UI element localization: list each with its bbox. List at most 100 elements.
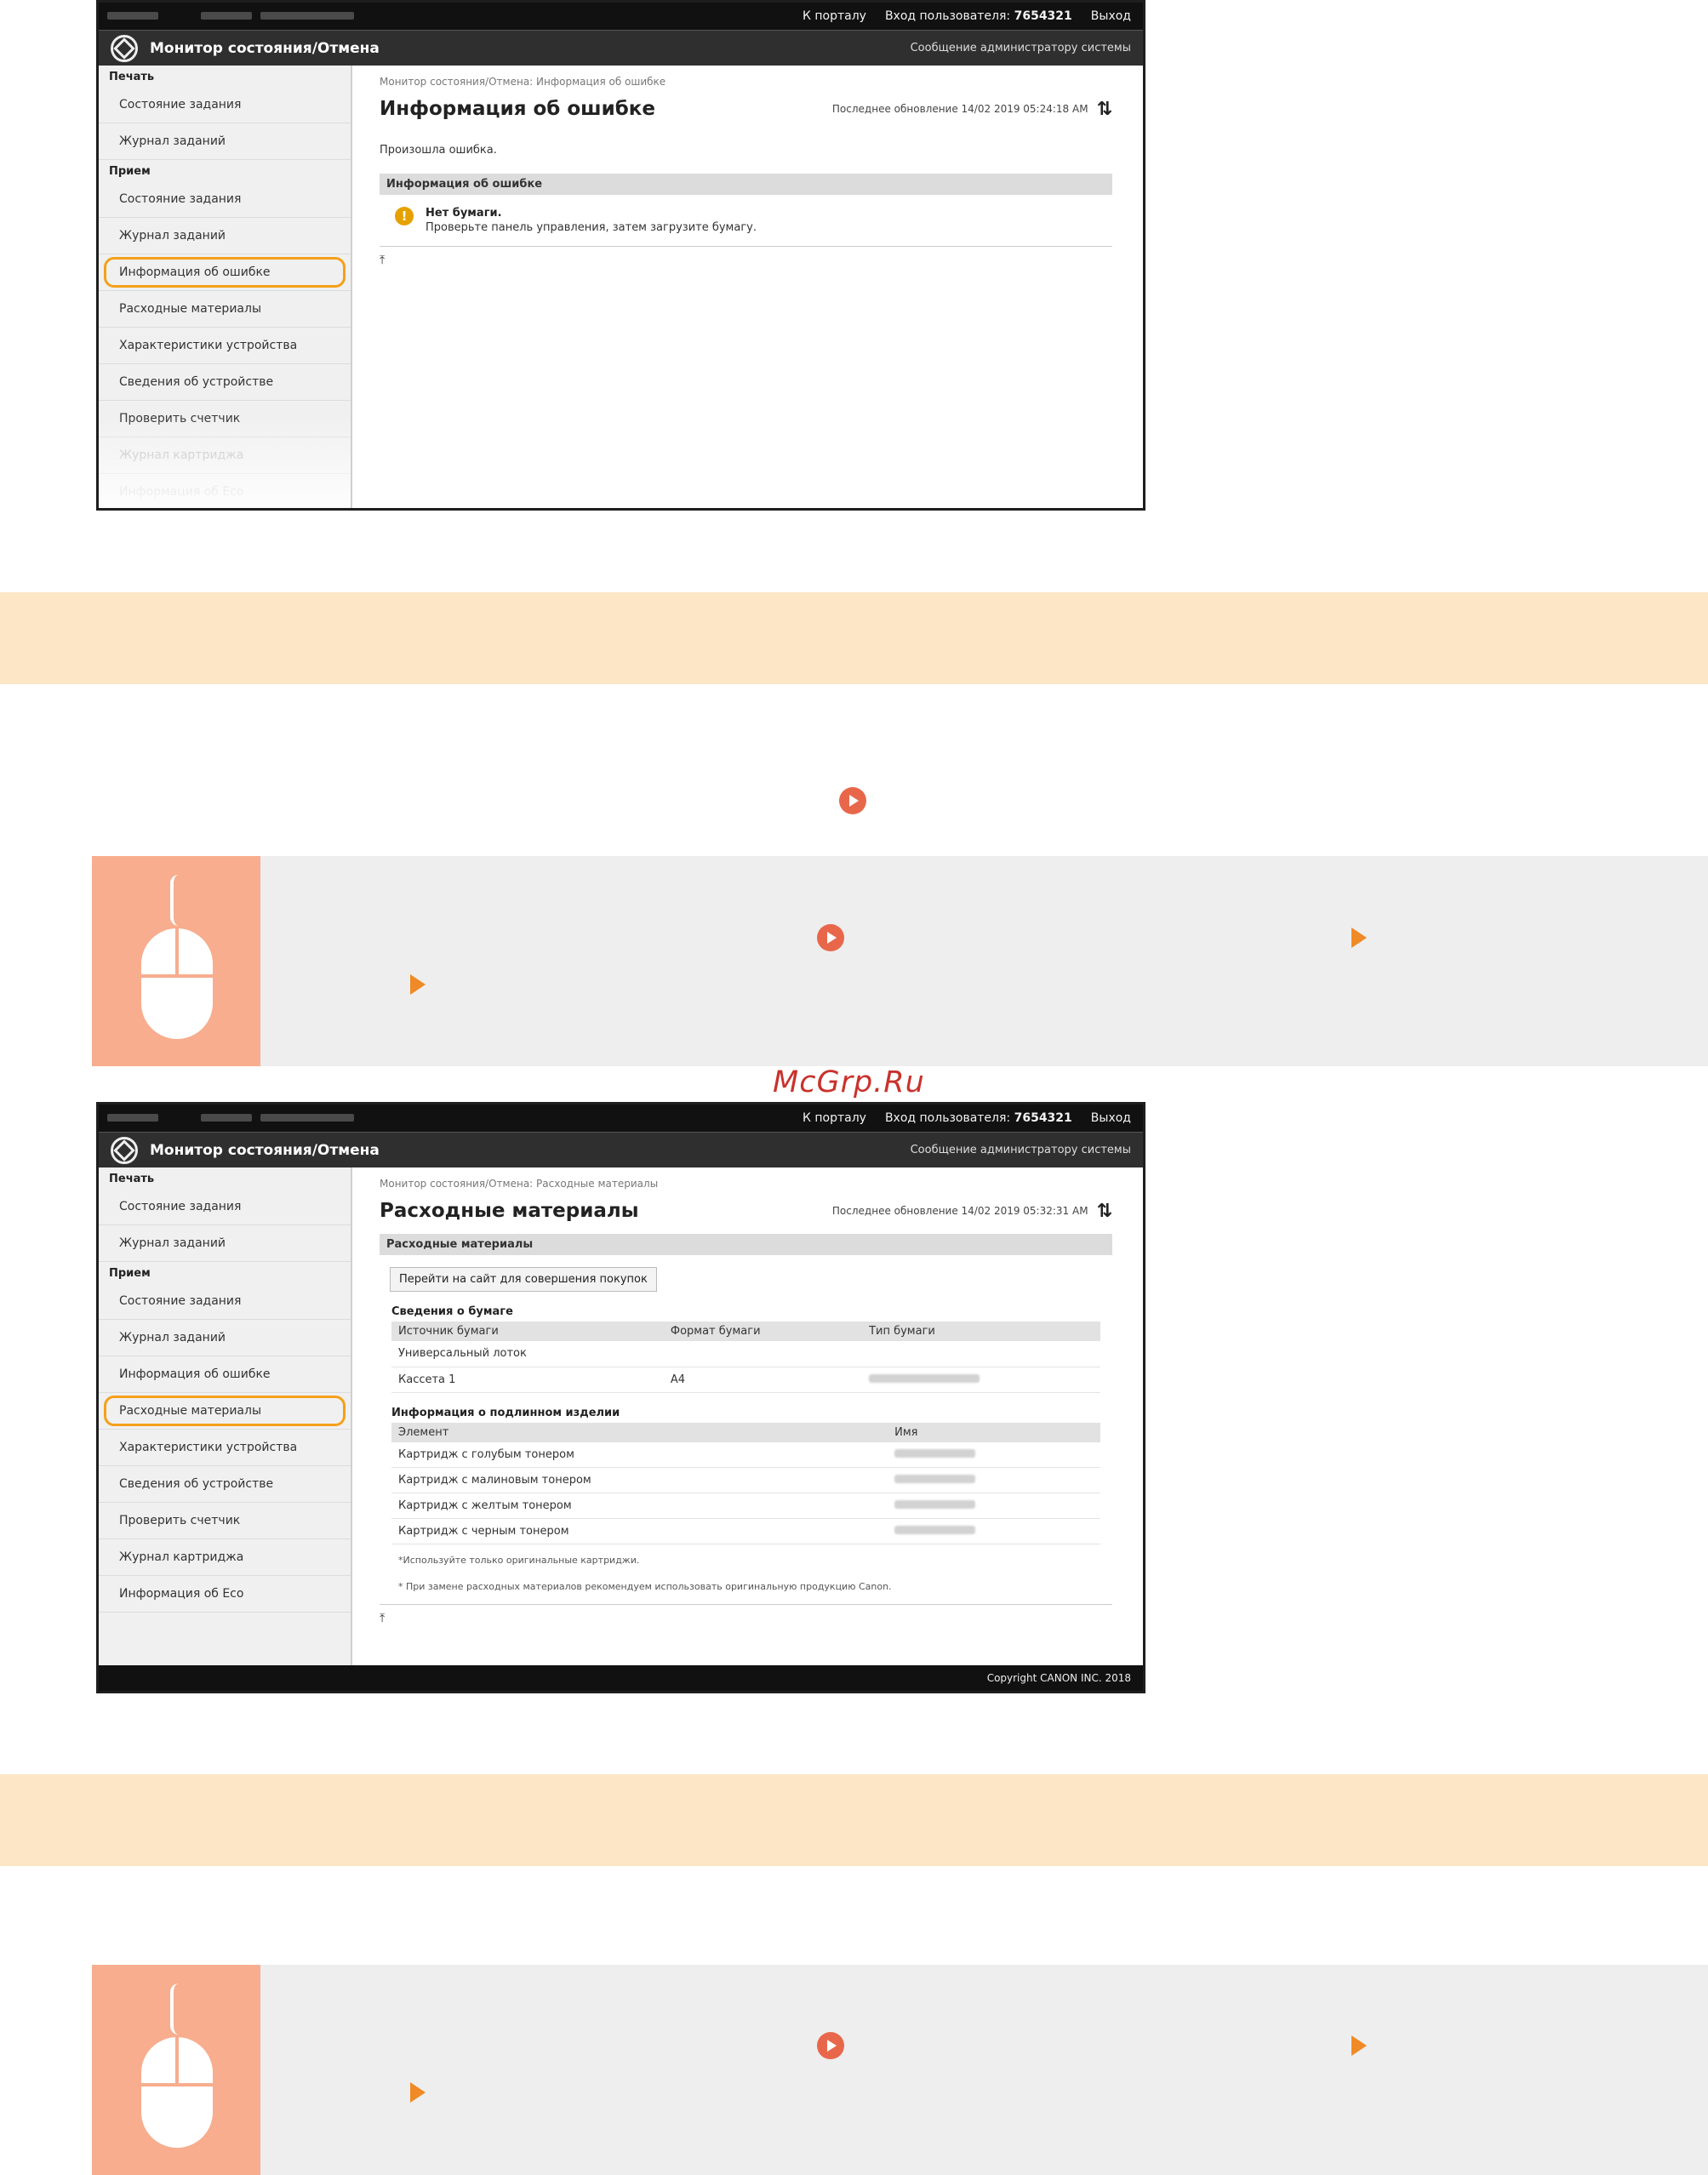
sidebar-item-recv-job-log[interactable]: Журнал заданий [99,1320,351,1356]
logout-link[interactable]: Выход [1091,9,1131,23]
table-row: Универсальный лоток [391,1341,1100,1367]
sidebar-item-print-job-status[interactable]: Состояние задания [99,1189,351,1225]
footnote: *Используйте только оригинальные картрид… [398,1555,640,1566]
error-item: ! Нет бумаги. Проверьте панель управлени… [380,195,1112,247]
error-title: Нет бумаги. [426,207,502,220]
portal-link[interactable]: К порталу [803,9,866,23]
screenshot-consumables: К порталу Вход пользователя: 7654321 Вых… [96,1102,1145,1693]
step-band [0,592,1708,684]
last-updated: Последнее обновление 14/02 2019 05:32:31… [832,1201,1112,1222]
part-name: Картридж с голубым тонером [391,1441,888,1468]
sidebar-item-print-job-log[interactable]: Журнал заданий [99,123,351,160]
sidebar-section-print: Печать [109,1173,155,1185]
sidebar-section-receive: Прием [109,165,151,178]
mouse-cord [170,1984,180,2035]
sidebar-item-error-info[interactable]: Информация об ошибке [99,1356,351,1393]
link-arrow-icon[interactable] [817,2032,844,2059]
sidebar-item-cartridge-log[interactable]: Журнал картриджа [99,1539,351,1576]
sidebar-item-device-info[interactable]: Сведения об устройстве [99,364,351,401]
remote-ui-logo-icon [111,1136,138,1164]
sidebar-item-eco-info[interactable]: Информация об Eco [99,1576,351,1613]
footnote: * При замене расходных материалов рекоме… [398,1581,892,1592]
user-id: 7654321 [1014,1111,1072,1125]
go-to-shop-button[interactable]: Перейти на сайт для совершения покупок [390,1267,657,1292]
login-label: Вход пользователя: 7654321 [885,9,1072,23]
sidebar-item-print-job-log[interactable]: Журнал заданий [99,1225,351,1262]
refresh-icon[interactable]: ⇅ [1097,99,1112,120]
user-id: 7654321 [1014,9,1072,23]
top-bar: К порталу Вход пользователя: 7654321 Вых… [99,3,1143,30]
login-label: Вход пользователя: 7654321 [885,1111,1072,1125]
sidebar-item-device-info[interactable]: Сведения об устройстве [99,1466,351,1503]
portal-link[interactable]: К порталу [803,1111,866,1125]
sidebar-item-device-features[interactable]: Характеристики устройства [99,328,351,364]
screenshot-error-info: К порталу Вход пользователя: 7654321 Вых… [96,0,1145,511]
top-bar: К порталу Вход пользователя: 7654321 Вых… [99,1105,1143,1132]
part-name: Картридж с малиновым тонером [391,1467,888,1493]
app-header: Монитор состояния/Отмена Сообщение админ… [99,30,1143,66]
error-note: Произошла ошибка. [380,144,497,157]
footer-copyright: Copyright CANON INC. 2018 [99,1665,1143,1691]
admin-message-link[interactable]: Сообщение администратору системы [911,31,1131,66]
operation-box [92,856,1708,1066]
sidebar-item-error-info[interactable]: Информация об ошибке [99,254,351,291]
step-arrow-icon [1351,928,1367,948]
table-row: Картридж с черным тонером [391,1518,1100,1544]
blurred-device-model [201,1114,252,1122]
sidebar-item-print-job-status[interactable]: Состояние задания [99,87,351,123]
warning-icon: ! [395,207,414,225]
section-header: Расходные материалы [380,1234,1112,1255]
part-model [888,1518,1100,1544]
genuine-parts-title: Информация о подлинном изделии [391,1406,620,1419]
sidebar-item-check-counter[interactable]: Проверить счетчик [99,401,351,437]
part-model [888,1493,1100,1519]
page-title: Расходные материалы [380,1200,639,1222]
step-band [0,1774,1708,1866]
back-to-top-icon[interactable]: ⤒ [380,1612,1112,1625]
table-row: Картридж с малиновым тонером [391,1467,1100,1493]
sidebar-item-check-counter[interactable]: Проверить счетчик [99,1503,351,1539]
paper-type [862,1367,1100,1393]
app-title: Монитор состояния/Отмена [150,39,380,57]
sidebar-item-eco-info[interactable]: Информация об Eco [99,474,351,508]
logout-link[interactable]: Выход [1091,1111,1131,1125]
blurred-device-model [201,12,252,20]
app-header: Монитор состояния/Отмена Сообщение админ… [99,1132,1143,1167]
refresh-icon[interactable]: ⇅ [1097,1201,1112,1222]
step-arrow-icon [1351,2035,1367,2056]
sidebar-item-cartridge-log[interactable]: Журнал картриджа [99,437,351,474]
sidebar-item-recv-job-status[interactable]: Состояние задания [99,1283,351,1320]
blurred-paper-type [869,1373,980,1383]
blurred-device-ip [260,1114,354,1122]
sidebar-item-recv-job-log[interactable]: Журнал заданий [99,218,351,254]
remote-ui-logo-icon [111,34,138,62]
last-updated: Последнее обновление 14/02 2019 05:24:18… [832,99,1112,120]
breadcrumb: Монитор состояния/Отмена: Информация об … [380,76,666,88]
sidebar-item-recv-job-status[interactable]: Состояние задания [99,181,351,218]
table-row: Картридж с желтым тонером [391,1493,1100,1519]
paper-size: A4 [663,1367,863,1393]
mouse-icon [141,928,213,1039]
part-model [888,1467,1100,1493]
column-header: Источник бумаги [391,1322,664,1341]
last-updated-text: Последнее обновление 14/02 2019 05:24:18… [831,103,1088,115]
paper-type [862,1341,1100,1367]
back-to-top-icon[interactable]: ⤒ [380,254,1112,267]
main-content: Монитор состояния/Отмена: Информация об … [352,66,1143,508]
paper-source: Кассета 1 [391,1367,664,1393]
column-header: Элемент [391,1422,888,1442]
paper-source: Универсальный лоток [391,1341,664,1367]
blurred-cartridge-name [894,1475,976,1483]
operation-panel [92,1965,260,2175]
sidebar-item-consumables[interactable]: Расходные материалы [99,291,351,328]
sidebar-item-consumables[interactable]: Расходные материалы [99,1393,351,1430]
column-header: Тип бумаги [862,1322,1100,1341]
step-arrow-icon [410,2082,426,2103]
sidebar-item-device-features[interactable]: Характеристики устройства [99,1430,351,1466]
link-arrow-icon[interactable] [817,924,844,951]
link-arrow-icon[interactable] [839,787,866,814]
blurred-cartridge-name [894,1526,976,1534]
error-detail: Проверьте панель управления, затем загру… [426,221,757,234]
admin-message-link[interactable]: Сообщение администратору системы [911,1133,1131,1168]
blurred-device-name [107,1114,158,1122]
